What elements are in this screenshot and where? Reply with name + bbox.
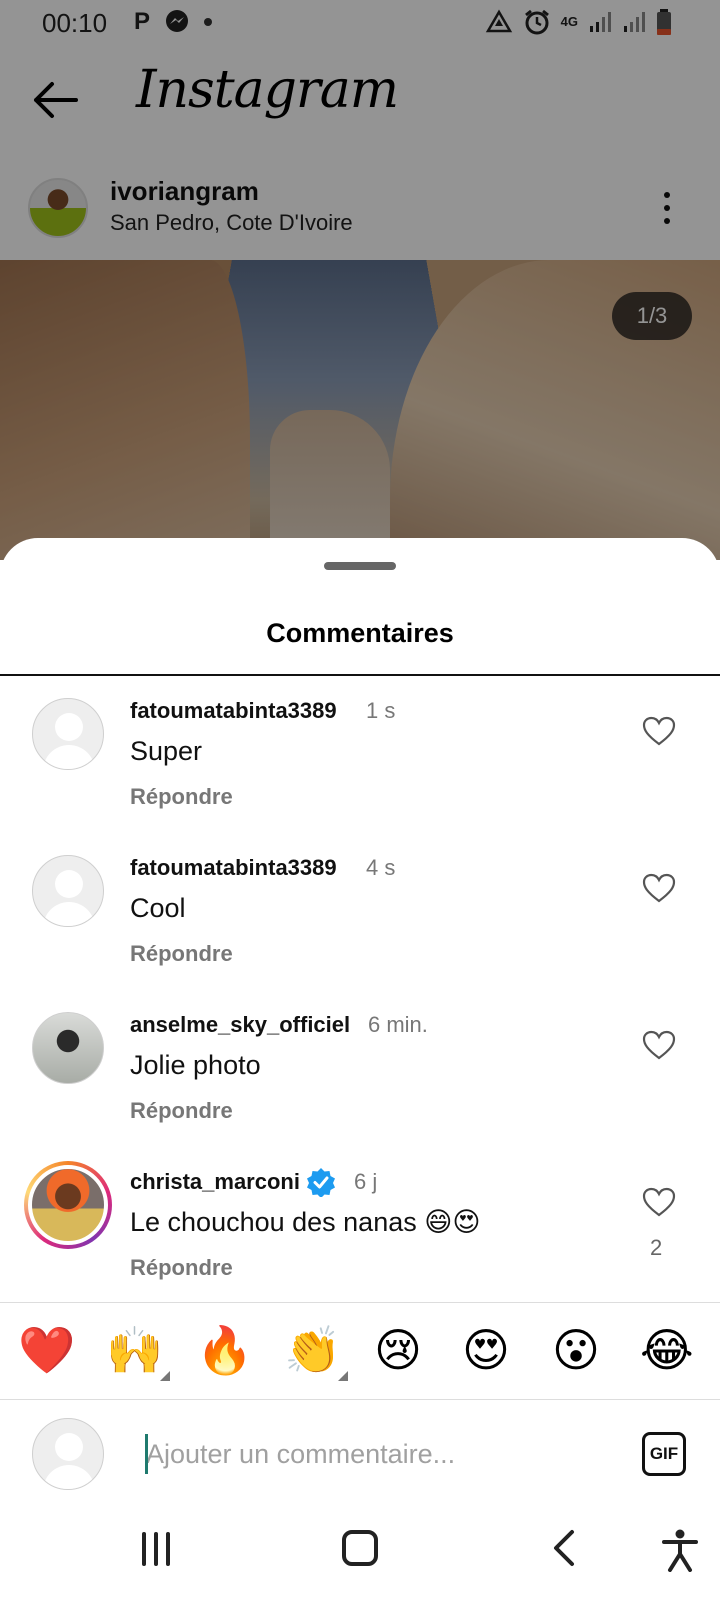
emoji-heart[interactable]: ❤️ xyxy=(18,1323,75,1377)
avatar[interactable] xyxy=(32,698,104,770)
system-navigation-bar xyxy=(0,1510,720,1600)
emoji-fire[interactable]: 🔥 xyxy=(196,1323,253,1377)
text-cursor xyxy=(145,1434,148,1474)
comment-item: fatoumatabinta3389 1 s Super Répondre xyxy=(0,676,720,826)
avatar[interactable] xyxy=(32,1012,104,1084)
comment-item: fatoumatabinta3389 4 s Cool Répondre xyxy=(0,833,720,983)
comment-input[interactable] xyxy=(146,1430,606,1478)
comment-time: 6 j xyxy=(354,1169,378,1194)
current-user-avatar xyxy=(32,1418,104,1490)
comment-item: christa_marconi 6 j Le chouchou des nana… xyxy=(0,1147,720,1297)
emoji-clapping[interactable]: 👏 xyxy=(284,1323,341,1377)
emoji-surprised[interactable]: 😮 xyxy=(552,1323,600,1377)
comment-text: Cool xyxy=(130,893,186,923)
comment-item: anselme_sky_officiel 6 min. Jolie photo … xyxy=(0,990,720,1140)
heart-icon[interactable] xyxy=(642,1187,676,1217)
comment-text: Jolie photo xyxy=(130,1050,261,1080)
comment-text: Le chouchou des nanas 😄😍 xyxy=(130,1207,481,1237)
verified-badge-icon xyxy=(307,1168,335,1197)
reply-button[interactable]: Répondre xyxy=(130,784,233,810)
skin-tone-indicator-icon xyxy=(160,1371,170,1381)
emoji-raised-hands[interactable]: 🙌 xyxy=(106,1323,163,1377)
heart-icon[interactable] xyxy=(642,873,676,903)
comment-username[interactable]: anselme_sky_officiel xyxy=(130,1012,350,1038)
post-screen-background: 00:10 P 4G Instagram ivoriangram San Ped… xyxy=(0,0,720,560)
like-count: 2 xyxy=(650,1235,663,1260)
accessibility-icon[interactable] xyxy=(660,1528,700,1572)
reply-button[interactable]: Répondre xyxy=(130,941,233,967)
heart-icon[interactable] xyxy=(642,716,676,746)
comment-username[interactable]: christa_marconi xyxy=(130,1169,300,1195)
comment-text: Super xyxy=(130,736,203,766)
back-icon[interactable] xyxy=(548,1528,578,1568)
sheet-title: Commentaires xyxy=(266,618,454,648)
comment-username[interactable]: fatoumatabinta3389 xyxy=(130,855,337,881)
reply-button[interactable]: Répondre xyxy=(130,1098,233,1124)
home-icon[interactable] xyxy=(342,1530,378,1566)
heart-icon[interactable] xyxy=(642,1030,676,1060)
gif-button[interactable]: GIF xyxy=(642,1432,686,1476)
comment-time: 1 s xyxy=(366,698,396,723)
scrim-overlay[interactable] xyxy=(0,0,720,560)
recent-apps-icon[interactable] xyxy=(142,1532,176,1566)
story-avatar[interactable] xyxy=(24,1161,112,1249)
comment-composer: GIF xyxy=(0,1400,720,1510)
comment-time: 6 min. xyxy=(368,1012,428,1037)
emoji-crying[interactable]: 😢 xyxy=(374,1323,422,1377)
emoji-reaction-bar: ❤️ 🙌 🔥 👏 😢 😍 😮 😂 xyxy=(0,1302,720,1400)
comment-username[interactable]: fatoumatabinta3389 xyxy=(130,698,337,724)
emoji-laughing[interactable]: 😂 xyxy=(640,1323,694,1377)
comment-time: 4 s xyxy=(366,855,396,880)
reply-button[interactable]: Répondre xyxy=(130,1255,233,1281)
skin-tone-indicator-icon xyxy=(338,1371,348,1381)
emoji-heart-eyes[interactable]: 😍 xyxy=(462,1323,510,1377)
drag-handle[interactable] xyxy=(324,562,396,570)
avatar[interactable] xyxy=(32,855,104,927)
